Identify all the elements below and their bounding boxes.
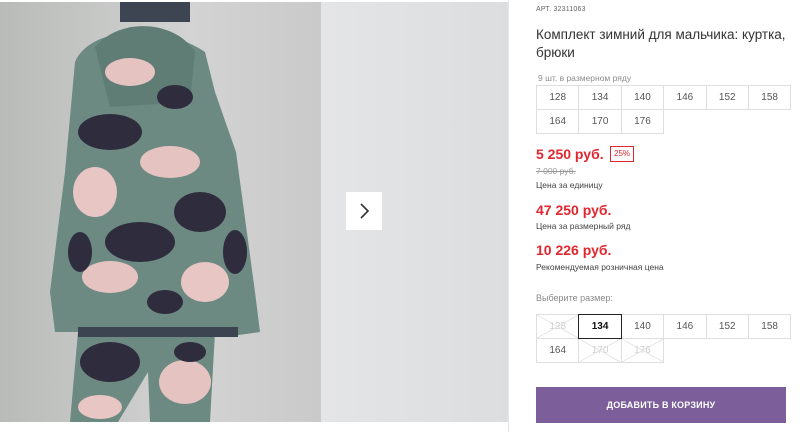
product-photo[interactable] [0,2,321,422]
pack-size-cell: 164 [536,109,580,134]
size-option-disabled: 128 [536,314,580,339]
pack-size-cell: 152 [705,85,749,110]
pack-sizes-grid: 128 134 140 146 152 158 164 170 176 [536,85,792,134]
pack-price: 47 250 руб. [536,202,612,218]
unavailable-cross-icon [537,315,579,338]
add-to-cart-button[interactable]: ДОБАВИТЬ В КОРЗИНУ [536,387,786,423]
size-option[interactable]: 140 [620,314,665,339]
pack-price-note: Цена за размерный ряд [536,221,631,231]
product-title: Комплект зимний для мальчика: куртка, бр… [536,27,786,60]
size-option[interactable]: 158 [747,314,792,339]
article-number: АРТ. 32311063 [536,6,586,13]
product-gallery [0,0,508,432]
size-option[interactable]: 146 [663,314,707,339]
unavailable-cross-icon [579,339,621,362]
old-price: 7 000 руб. [536,166,576,176]
pack-size-label: 9 шт. в размерном ряду [538,73,632,83]
choose-size-label: Выберите размер: [536,293,613,303]
panel-divider [508,0,509,432]
pack-size-cell: 140 [620,85,665,110]
chevron-right-icon [360,203,370,219]
pack-size-cell: 146 [663,85,707,110]
retail-price-note: Рекомендуемая розничная цена [536,262,664,272]
size-option-selected[interactable]: 134 [578,314,622,339]
size-option-label: 164 [549,345,567,356]
size-option-label: 134 [591,321,609,332]
article-label: АРТ. [536,6,552,13]
size-option[interactable]: 152 [705,314,749,339]
unit-price-note: Цена за единицу [536,180,603,190]
unavailable-cross-icon [621,339,664,362]
discount-badge: 25% [610,146,635,162]
pack-size-cell: 176 [620,109,665,134]
size-option-disabled: 176 [620,338,665,363]
pack-size-cell: 128 [536,85,580,110]
size-option-disabled: 170 [578,338,622,363]
size-option-label: 158 [761,321,778,332]
pack-size-cell: 158 [747,85,792,110]
size-option-label: 146 [676,321,694,332]
next-photo-button[interactable] [346,192,382,230]
size-option-label: 140 [634,321,651,332]
size-option-label: 152 [718,321,736,332]
product-photo-illustration [50,2,260,422]
retail-price: 10 226 руб. [536,242,612,258]
size-option[interactable]: 164 [536,338,580,363]
pack-size-cell: 134 [578,85,622,110]
unit-price: 5 250 руб. [536,146,604,162]
article-value: 32311063 [553,6,586,13]
size-selector: 128 134 140 146 152 158 164 170 176 [536,314,792,363]
pack-size-cell: 170 [578,109,622,134]
